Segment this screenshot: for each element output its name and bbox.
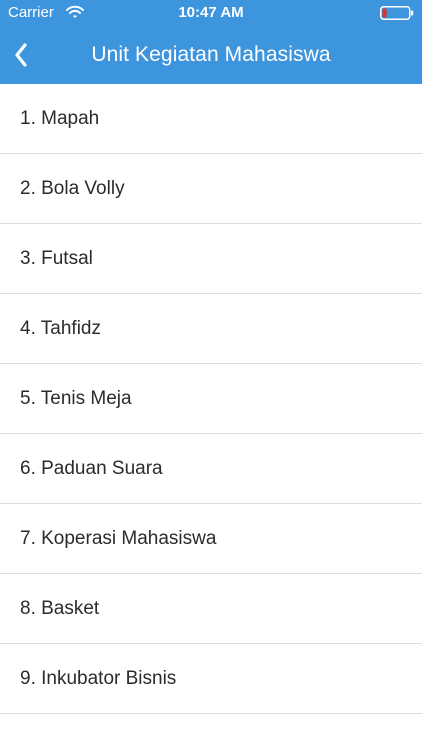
list-item-label: 4. Tahfidz [20, 317, 101, 339]
list-item-label: 1. Mapah [20, 107, 100, 129]
navigation-bar: Unit Kegiatan Mahasiswa [0, 26, 422, 84]
list-item-label: 9. Inkubator Bisnis [20, 667, 177, 689]
list-item[interactable]: 3. Futsal [0, 224, 422, 294]
list-item-label: 7. Koperasi Mahasiswa [20, 527, 217, 549]
status-time: 10:47 AM [178, 4, 244, 21]
list-item-label: 3. Futsal [20, 247, 93, 269]
list-item-label: 2. Bola Volly [20, 177, 125, 199]
app-header: Carrier 10:47 AM Unit Kegiatan Mahasiswa [0, 0, 422, 84]
list-item[interactable]: 9. Inkubator Bisnis [0, 644, 422, 714]
battery-icon [380, 6, 414, 20]
list-item-label: 5. Tenis Meja [20, 387, 132, 409]
list-item[interactable]: 4. Tahfidz [0, 294, 422, 364]
list-item-label: 6. Paduan Suara [20, 457, 163, 479]
list-item[interactable]: 6. Paduan Suara [0, 434, 422, 504]
ukm-list: 1. Mapah 2. Bola Volly 3. Futsal 4. Tahf… [0, 84, 422, 714]
status-bar: Carrier 10:47 AM [0, 0, 422, 26]
list-item[interactable]: 2. Bola Volly [0, 154, 422, 224]
list-item[interactable]: 7. Koperasi Mahasiswa [0, 504, 422, 574]
list-item-label: 8. Basket [20, 597, 100, 619]
list-item[interactable]: 1. Mapah [0, 84, 422, 154]
list-item[interactable]: 5. Tenis Meja [0, 364, 422, 434]
list-item[interactable]: 8. Basket [0, 574, 422, 644]
page-title: Unit Kegiatan Mahasiswa [91, 43, 331, 66]
